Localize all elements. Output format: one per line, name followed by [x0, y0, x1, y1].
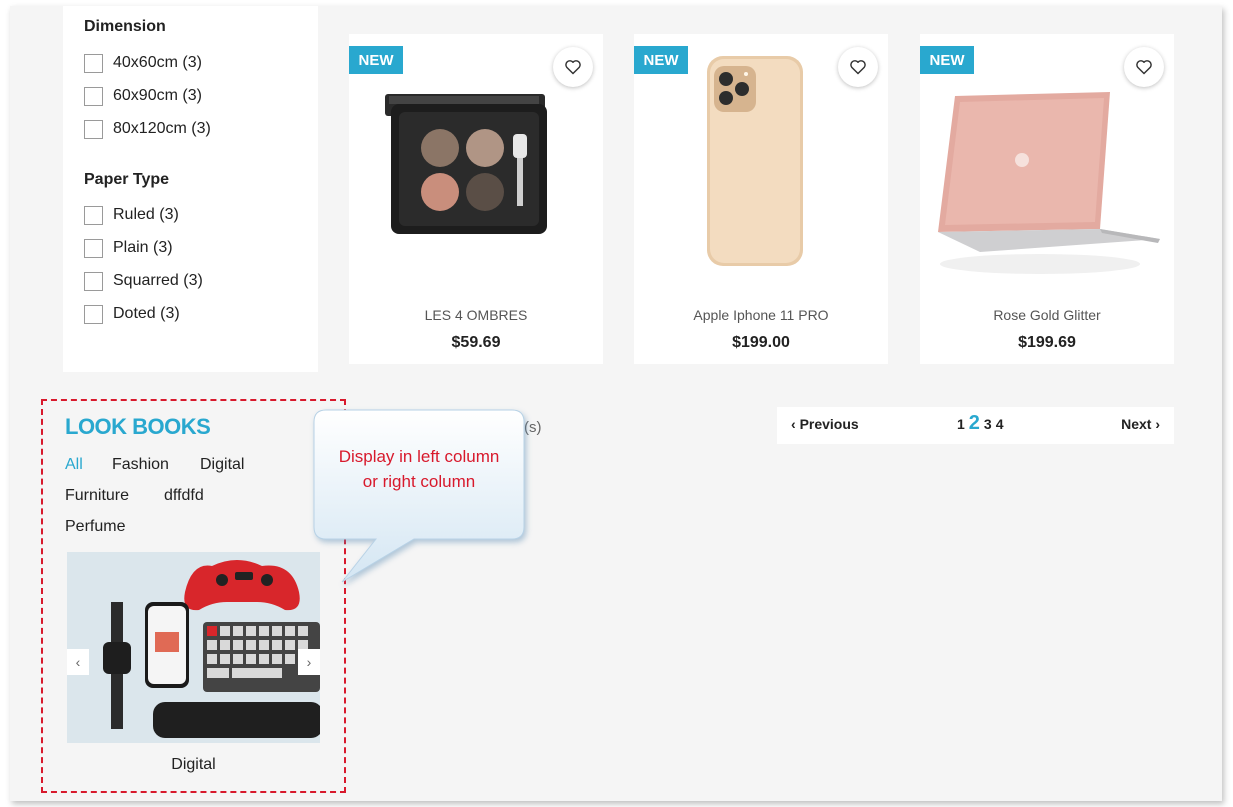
next-page-button[interactable]: Next ›: [1121, 416, 1160, 432]
lookbook-tab-dffdfd[interactable]: dffdfd: [164, 487, 204, 505]
lookbooks-widget: LOOK BOOKS All Fashion Digital Furniture…: [41, 399, 346, 793]
product-price: $199.00: [732, 334, 790, 351]
callout-bubble: Display in left column or right column: [313, 409, 525, 583]
lookbooks-title: LOOK BOOKS: [65, 414, 211, 439]
filter-option-label: 80x120cm (3): [113, 120, 211, 137]
lookbook-slide-image[interactable]: ‹ ›: [67, 552, 320, 743]
checkbox[interactable]: [84, 86, 103, 106]
heart-outline-icon: [565, 60, 581, 75]
lookbook-digital-photo: [67, 552, 320, 743]
filter-option-label: Plain (3): [113, 239, 173, 256]
filter-option-label: 40x60cm (3): [113, 54, 202, 71]
next-label: Next: [1121, 416, 1152, 432]
heart-outline-icon: [1136, 60, 1152, 75]
lookbook-prev-button[interactable]: ‹: [67, 649, 89, 675]
filter-option-label: Doted (3): [113, 305, 180, 322]
lookbook-slide-caption[interactable]: Digital: [67, 756, 320, 774]
checkbox[interactable]: [84, 119, 103, 139]
product-price: $59.69: [451, 334, 501, 351]
chevron-left-icon: ‹: [791, 416, 796, 432]
page-3[interactable]: 3: [984, 416, 992, 432]
lookbook-tab-furniture[interactable]: Furniture: [65, 487, 129, 505]
wishlist-button[interactable]: [553, 47, 593, 87]
page-canvas: Dimension 40x60cm (3) 60x90cm (3) 80x120…: [10, 6, 1222, 801]
checkbox[interactable]: [84, 205, 103, 225]
lookbook-tab-fashion[interactable]: Fashion: [112, 456, 169, 474]
filter-option-40x60[interactable]: 40x60cm (3): [84, 52, 202, 74]
checkbox[interactable]: [84, 304, 103, 324]
page-2-current[interactable]: 2: [969, 412, 980, 435]
filter-option-doted[interactable]: Doted (3): [84, 303, 180, 325]
chevron-right-icon: ›: [1155, 416, 1160, 432]
lookbook-tab-perfume[interactable]: Perfume: [65, 518, 125, 536]
filter-option-plain[interactable]: Plain (3): [84, 237, 173, 259]
callout-line-2: or right column: [362, 472, 476, 491]
lookbook-next-button[interactable]: ›: [298, 649, 320, 675]
filter-option-squarred[interactable]: Squarred (3): [84, 270, 203, 292]
filter-option-label: Ruled (3): [113, 206, 179, 223]
page-1[interactable]: 1: [957, 416, 965, 432]
checkbox[interactable]: [84, 238, 103, 258]
product-card[interactable]: NEW Apple Iphone 11 PRO $199.00: [634, 34, 888, 364]
chevron-left-icon: ‹: [75, 654, 81, 670]
product-card[interactable]: NEW Rose Gold Glitter $199.69: [920, 34, 1174, 364]
new-badge: NEW: [634, 46, 688, 74]
filter-group-title-dimension: Dimension: [84, 18, 166, 35]
product-card[interactable]: NEW LES 4 OMBRES $59.69: [349, 34, 603, 364]
new-badge: NEW: [349, 46, 403, 74]
product-name[interactable]: Rose Gold Glitter: [920, 307, 1174, 323]
page-4[interactable]: 4: [996, 416, 1004, 432]
filter-option-label: Squarred (3): [113, 272, 203, 289]
lookbook-tab-digital[interactable]: Digital: [200, 456, 244, 474]
filter-group-title-paper-type: Paper Type: [84, 171, 170, 188]
previous-page-button[interactable]: ‹ Previous: [791, 416, 859, 432]
product-name[interactable]: Apple Iphone 11 PRO: [634, 307, 888, 323]
heart-outline-icon: [850, 60, 866, 75]
filter-option-ruled[interactable]: Ruled (3): [84, 204, 179, 226]
previous-label: Previous: [799, 416, 859, 432]
pagination: ‹ Previous 1 2 3 4 Next ›: [777, 407, 1174, 444]
lookbook-tab-all[interactable]: All: [65, 456, 83, 474]
page-numbers: 1 2 3 4: [957, 412, 1004, 435]
product-name[interactable]: LES 4 OMBRES: [349, 307, 603, 323]
product-price: $199.69: [1018, 334, 1076, 351]
callout-text: Display in left column or right column: [314, 444, 524, 494]
results-count-fragment: (s): [524, 419, 542, 436]
filter-option-60x90[interactable]: 60x90cm (3): [84, 85, 202, 107]
filter-option-80x120[interactable]: 80x120cm (3): [84, 118, 211, 140]
checkbox[interactable]: [84, 271, 103, 291]
filter-option-label: 60x90cm (3): [113, 87, 202, 104]
new-badge: NEW: [920, 46, 974, 74]
checkbox[interactable]: [84, 53, 103, 73]
wishlist-button[interactable]: [1124, 47, 1164, 87]
filter-panel: Dimension 40x60cm (3) 60x90cm (3) 80x120…: [63, 6, 318, 372]
callout-line-1: Display in left column: [338, 447, 500, 466]
chevron-right-icon: ›: [306, 654, 312, 670]
screenshot-frame: Dimension 40x60cm (3) 60x90cm (3) 80x120…: [0, 0, 1233, 807]
wishlist-button[interactable]: [838, 47, 878, 87]
callout-bubble-shape: [313, 409, 525, 583]
